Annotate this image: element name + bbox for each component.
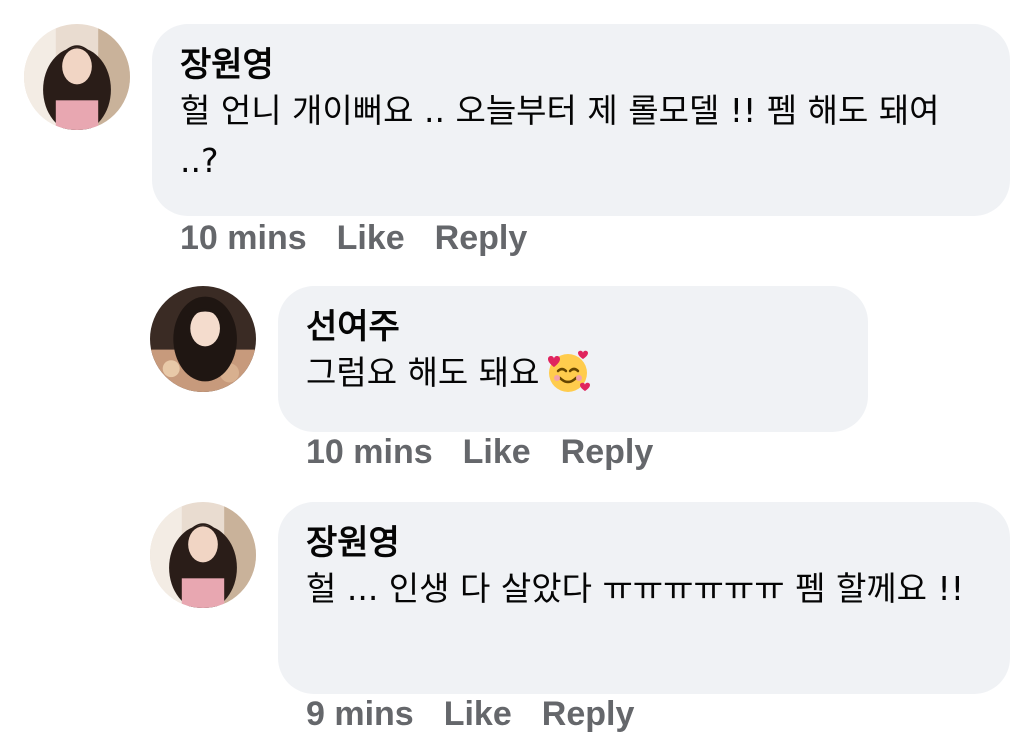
comment-text: 헐 ... 인생 다 살았다 ㅠㅠㅠㅠㅠㅠ 펨 할께요 !! [306, 569, 964, 608]
reply-button[interactable]: Reply [561, 432, 654, 472]
avatar[interactable] [150, 502, 256, 608]
comment-bubble: 선여주 그럼요 해도 돼요 [278, 286, 868, 432]
avatar[interactable] [24, 24, 130, 130]
comment-author[interactable]: 장원영 [306, 522, 984, 564]
comment-text: 그럼요 해도 돼요 [306, 348, 842, 398]
like-button[interactable]: Like [444, 694, 512, 734]
comment-text: 헐 언니 개이뻐요 .. 오늘부터 제 롤모델 !! 펨 해도 돼여 ..? [180, 91, 940, 180]
profile-photo-icon [150, 502, 256, 608]
comment-bubble: 장원영 헐 ... 인생 다 살았다 ㅠㅠㅠㅠㅠㅠ 펨 할께요 !! [278, 502, 1010, 694]
comment-actions: 10 mins Like Reply [306, 432, 653, 472]
comment-actions: 9 mins Like Reply [306, 694, 634, 734]
comment-author[interactable]: 장원영 [180, 44, 984, 86]
like-button[interactable]: Like [463, 432, 531, 472]
reply-button[interactable]: Reply [542, 694, 635, 734]
profile-photo-icon [150, 286, 256, 392]
like-button[interactable]: Like [337, 218, 405, 258]
comment-timestamp[interactable]: 10 mins [180, 218, 307, 258]
smiling-face-with-hearts-icon [544, 347, 592, 395]
comment-author[interactable]: 선여주 [306, 306, 842, 348]
comment-timestamp[interactable]: 9 mins [306, 694, 414, 734]
comment-timestamp[interactable]: 10 mins [306, 432, 433, 472]
avatar[interactable] [150, 286, 256, 392]
comment-bubble: 장원영 헐 언니 개이뻐요 .. 오늘부터 제 롤모델 !! 펨 해도 돼여 .… [152, 24, 1010, 216]
reply-button[interactable]: Reply [435, 218, 528, 258]
profile-photo-icon [24, 24, 130, 130]
comment-actions: 10 mins Like Reply [180, 218, 527, 258]
